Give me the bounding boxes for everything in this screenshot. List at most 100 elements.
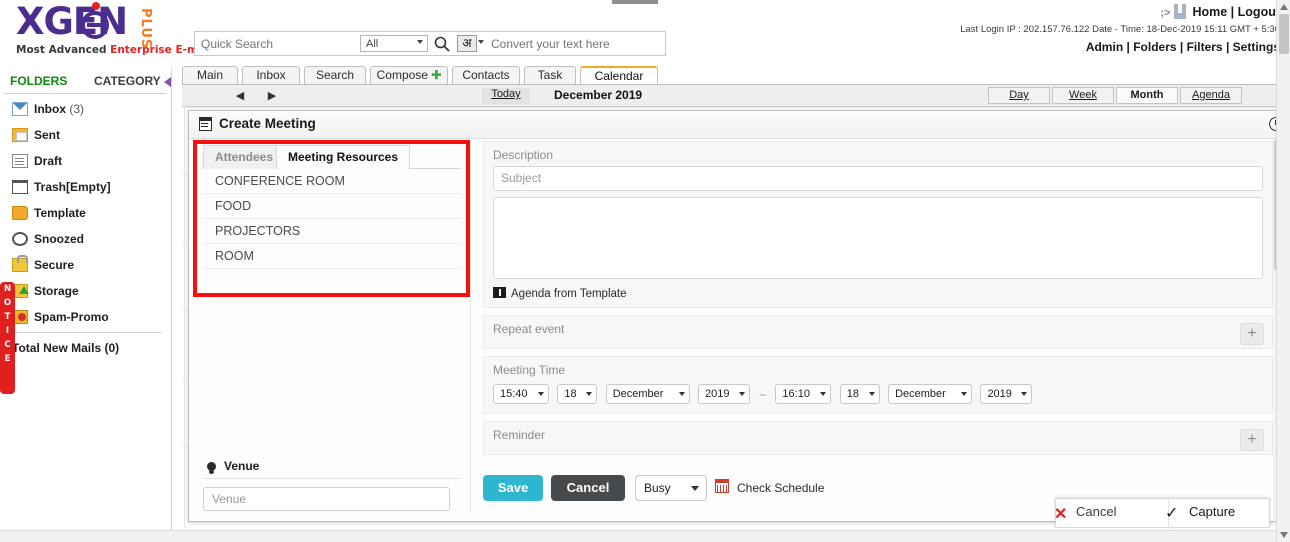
meeting-time-row: 15:40 18 December 2019 – 16:10 18 Decemb… [484,381,1272,413]
sidebar-item-sent[interactable]: Sent [4,122,166,148]
chevron-down-icon [868,392,875,396]
description-section: Description Subject Agenda from Template [483,141,1273,308]
list-item[interactable]: FOOD [203,194,461,219]
reminder-section: Reminder + [483,421,1273,455]
tab-meeting-resources[interactable]: Meeting Resources [276,145,411,169]
tab-attendees[interactable]: Attendees [203,145,286,169]
list-item[interactable]: ROOM [203,244,461,269]
filters-link[interactable]: Filters [1187,40,1223,54]
settings-link[interactable]: Settings [1233,40,1280,54]
end-year-select[interactable]: 2019 [980,384,1033,404]
add-repeat-event-button[interactable]: + [1240,323,1264,345]
search-icon[interactable] [433,35,451,53]
start-month-select[interactable]: December [605,384,690,404]
availability-select[interactable]: Busy [635,475,707,501]
notice-letter: T [4,312,11,322]
scroll-up-arrow-icon[interactable] [1280,4,1288,10]
end-day-select[interactable]: 18 [839,384,880,404]
home-link[interactable]: Home [1192,5,1227,19]
sidebar-item-inbox[interactable]: Inbox (3) [4,96,166,122]
sidebar-item-storage[interactable]: Storage [4,278,166,304]
today-button[interactable]: Today [482,88,530,104]
draft-icon [12,154,28,168]
start-year-select[interactable]: 2019 [698,384,751,404]
logout-link[interactable]: Logout [1238,5,1280,19]
subject-input[interactable]: Subject [493,166,1263,191]
sidebar-item-label: Secure [34,258,75,272]
agenda-from-template-row[interactable]: Agenda from Template [484,285,1272,307]
logo-tagline-part1: Most Advanced [16,44,111,56]
folders-link[interactable]: Folders [1133,40,1176,54]
view-week-button[interactable]: Week [1052,87,1114,104]
view-agenda-button[interactable]: Agenda [1180,87,1242,104]
quick-search-bar: All अ [194,31,666,56]
chevron-down-icon [678,392,685,396]
admin-link[interactable]: Admin [1086,40,1123,54]
sidebar-item-draft[interactable]: Draft [4,148,166,174]
sidebar-item-secure[interactable]: Secure [4,252,166,278]
prev-arrow-icon[interactable]: ◀ [232,89,248,103]
notice-letter: N [3,284,12,294]
search-input[interactable] [195,32,360,55]
page-vertical-scrollbar[interactable] [1276,0,1290,542]
sidebar-item-label: Draft [34,154,63,168]
tab-search[interactable]: Search [304,66,366,85]
list-item[interactable]: PROJECTORS [203,219,461,244]
search-scope-select[interactable]: All [360,35,428,52]
logo-dot-icon [92,2,100,10]
transliterate-input[interactable] [487,32,665,55]
chevron-down-icon [417,40,423,44]
sidebar-tab-folders[interactable]: FOLDERS [10,74,67,88]
end-time-select[interactable]: 16:10 [775,384,832,404]
venue-label: Venue [224,459,260,473]
check-schedule-link[interactable]: Check Schedule [737,478,824,498]
tab-contacts[interactable]: Contacts [452,66,520,85]
app-logo[interactable]: XGEN PLUS Most Advanced Enterprise E-mai… [4,2,212,60]
left-sidebar: FOLDERS CATEGORY Inbox (3) Sent Draft Tr… [0,68,172,542]
capture-confirm-label: Capture [1189,504,1236,519]
sidebar-item-trash[interactable]: Trash[Empty] [4,174,166,200]
venue-label-row: Venue [203,453,461,479]
next-arrow-icon[interactable]: ▶ [264,89,280,103]
tab-task[interactable]: Task [524,66,576,85]
tab-main[interactable]: Main [182,66,238,85]
chevron-down-icon [739,392,746,396]
start-day-value: 18 [564,388,577,400]
sidebar-item-spam[interactable]: Spam-Promo [4,304,166,330]
capture-confirm-button[interactable]: ✓ Capture [1165,504,1236,522]
tab-compose[interactable]: Compose ✚ [370,66,448,85]
view-day-button[interactable]: Day [988,87,1050,104]
sidebar-tab-category[interactable]: CATEGORY [94,74,161,88]
collapse-triangle-icon[interactable] [164,77,171,87]
tab-calendar[interactable]: Calendar [580,66,658,85]
cancel-button[interactable]: Cancel [551,475,625,501]
scroll-down-arrow-icon[interactable] [1280,532,1288,538]
list-item[interactable]: CONFERENCE ROOM [203,169,461,194]
header-sep-4: | [1225,40,1230,54]
language-toggle-button[interactable]: अ [457,35,477,52]
top-header-bar: XGEN PLUS Most Advanced Enterprise E-mai… [0,0,1290,68]
start-time-select[interactable]: 15:40 [493,384,549,404]
capture-cancel-label: Cancel [1076,504,1117,519]
view-month-button[interactable]: Month [1116,87,1178,104]
end-month-select[interactable]: December [888,384,973,404]
notice-letter: O [3,298,12,308]
meeting-time-label: Meeting Time [493,363,566,377]
lock-icon [12,255,28,272]
add-reminder-button[interactable]: + [1240,429,1264,451]
start-day-select[interactable]: 18 [557,384,598,404]
capture-cancel-button[interactable]: ✕ Cancel [1054,504,1117,523]
sidebar-item-template[interactable]: Template [4,200,166,226]
start-year-value: 2019 [705,388,730,400]
page-horizontal-scrollbar[interactable] [0,530,1276,542]
page-scrollbar-thumb[interactable] [1279,14,1289,54]
venue-input[interactable]: Venue [203,487,450,511]
save-button[interactable]: Save [483,475,543,501]
description-textarea[interactable] [493,197,1263,279]
language-chevron-down-icon[interactable] [478,40,484,44]
repeat-event-label: Repeat event [493,322,565,336]
notice-side-tab[interactable]: NOTICE [0,282,15,394]
tab-inbox[interactable]: Inbox [242,66,300,85]
panel-divider [470,141,471,513]
sidebar-item-snoozed[interactable]: Snoozed [4,226,166,252]
